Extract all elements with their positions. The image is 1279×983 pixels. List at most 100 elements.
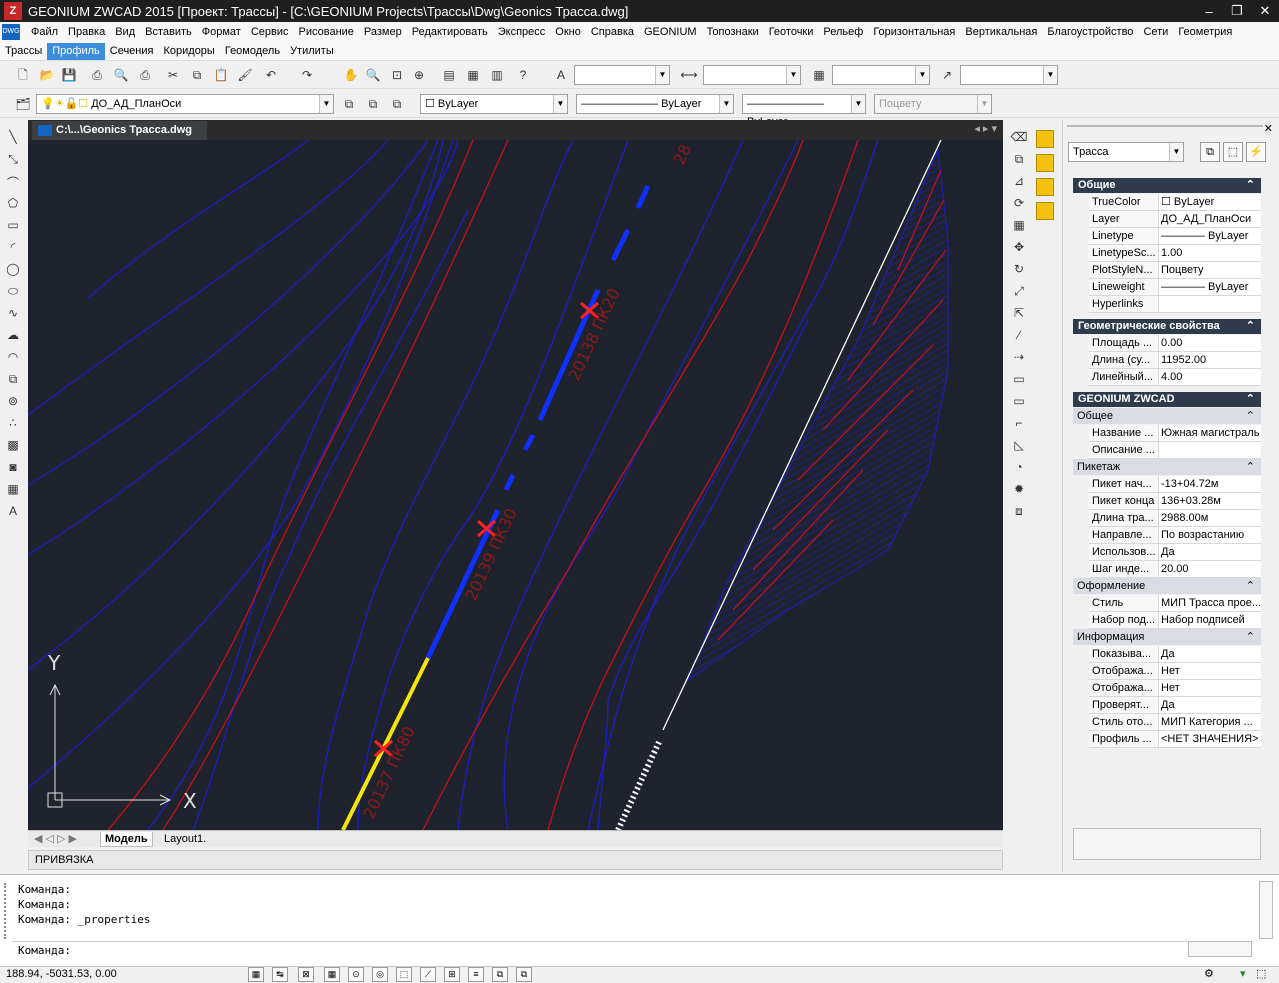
menu-item[interactable]: Горизонтальная — [868, 26, 960, 38]
property-row[interactable]: Набор под... Набор подписей — [1089, 612, 1261, 629]
property-group-header[interactable]: Общие ⌃ — [1073, 178, 1261, 193]
dim-style-icon[interactable]: ⟷ — [680, 66, 698, 84]
property-value[interactable]: Набор подписей — [1159, 612, 1261, 628]
collapse-chevron-icon[interactable]: ⌃ — [1246, 178, 1255, 193]
toggle-pickadd-icon[interactable]: ⧉ — [1200, 142, 1220, 162]
property-row[interactable]: Направле... По возрастанию — [1089, 527, 1261, 544]
collapse-chevron-icon[interactable]: ⌃ — [1246, 408, 1255, 424]
layer-combo[interactable]: 💡☀🔓☐ ДО_АД_ПланОси ▼ — [36, 94, 334, 114]
property-value[interactable]: 20.00 — [1159, 561, 1261, 577]
menu-item[interactable]: Окно — [550, 26, 586, 38]
stretch-icon[interactable]: ⇱ — [1010, 306, 1028, 324]
property-row[interactable]: TrueColor ☐ ByLayer — [1089, 194, 1261, 211]
geonium-menu-item[interactable]: Профиль — [47, 42, 105, 60]
property-row[interactable]: Отобража... Нет — [1089, 680, 1261, 697]
property-row[interactable]: Пикет конца 136+03.28м — [1089, 493, 1261, 510]
tab-model[interactable]: Модель — [100, 832, 153, 847]
properties-icon[interactable]: ▤ — [440, 66, 458, 84]
property-row[interactable]: Название ... Южная магистраль — [1089, 425, 1261, 442]
collapse-chevron-icon[interactable]: ⌃ — [1246, 392, 1255, 407]
circle-icon[interactable]: ◯ — [4, 262, 22, 280]
geonium-tool-1-icon[interactable] — [1036, 130, 1054, 148]
property-row[interactable]: Шаг инде... 20.00 — [1089, 561, 1261, 578]
layer-previous-icon[interactable]: ⧉ — [364, 95, 382, 113]
drawing-canvas[interactable]: 28 20138 ПК20 20139 ПК30 20137 ПК80 Y X — [28, 140, 1003, 830]
property-group-header[interactable]: Геометрические свойства ⌃ — [1073, 319, 1261, 334]
construction-line-icon[interactable]: ⤡ — [4, 152, 22, 170]
property-row[interactable]: Стиль ото... МИП Категория ... — [1089, 714, 1261, 731]
open-file-icon[interactable]: 📂 — [38, 66, 56, 84]
property-value[interactable]: Южная магистраль — [1159, 425, 1261, 441]
property-value[interactable]: 1.00 — [1159, 245, 1261, 261]
line-icon[interactable]: ╲ — [4, 130, 22, 148]
property-row[interactable]: Показыва... Да — [1089, 646, 1261, 663]
property-row[interactable]: Длина (су... 11952.00 — [1089, 352, 1261, 369]
property-value[interactable]: По возрастанию — [1159, 527, 1261, 543]
property-value[interactable]: 136+03.28м — [1159, 493, 1261, 509]
minimize-button[interactable]: – — [1195, 4, 1223, 19]
match-properties-icon[interactable]: 🖌 — [236, 66, 254, 84]
property-group-header[interactable]: GEONIUM ZWCAD ⌃ — [1073, 392, 1261, 407]
tool-palettes-icon[interactable]: ▥ — [488, 66, 506, 84]
break-icon[interactable]: ▭ — [1010, 372, 1028, 390]
text-style-combo[interactable]: ▼ — [574, 65, 670, 85]
rotate-icon[interactable]: ↻ — [1010, 262, 1028, 280]
menu-item[interactable]: Вставить — [140, 26, 197, 38]
property-subgroup-header[interactable]: Общее ⌃ — [1073, 408, 1261, 424]
ortho-toggle-icon[interactable]: ⊠ — [298, 967, 314, 982]
command-hscroll[interactable] — [1188, 941, 1252, 957]
property-row[interactable]: Проверят... Да — [1089, 697, 1261, 714]
hatch-icon[interactable]: ▩ — [4, 438, 22, 456]
property-value[interactable]: Поцвету — [1159, 262, 1261, 278]
property-subgroup-header[interactable]: Оформление ⌃ — [1073, 578, 1261, 594]
property-row[interactable]: Использов... Да — [1089, 544, 1261, 561]
geonium-tool-3-icon[interactable] — [1036, 178, 1054, 196]
point-icon[interactable]: ∴ — [4, 416, 22, 434]
extend-icon[interactable]: ⇢ — [1010, 350, 1028, 368]
menu-item[interactable]: GEONIUM — [639, 26, 702, 38]
property-row[interactable]: Пикет нач... -13+04.72м — [1089, 476, 1261, 493]
polyline-icon[interactable]: ⌒ — [4, 174, 22, 192]
tab-nav-arrows-icon[interactable]: ◂ ▸ ▾ — [974, 122, 997, 135]
tab-layout1[interactable]: Layout1. — [160, 832, 210, 847]
property-value[interactable]: МИП Трасса прое... — [1159, 595, 1261, 611]
palette-grip[interactable] — [1067, 125, 1263, 127]
property-value[interactable]: ———— ByLayer — [1159, 279, 1261, 295]
layout-nav-icon[interactable]: ◀ ◁ ▷ ▶ — [30, 832, 81, 847]
dim-style-combo[interactable]: ▼ — [703, 65, 801, 85]
layer-isolate-icon[interactable]: ⧉ — [388, 95, 406, 113]
command-grip[interactable] — [4, 883, 10, 939]
polygon-icon[interactable]: ⬠ — [4, 196, 22, 214]
property-subgroup-header[interactable]: Информация ⌃ — [1073, 629, 1261, 645]
command-scrollbar[interactable] — [1259, 881, 1273, 939]
menu-item[interactable]: Сервис — [246, 26, 294, 38]
object-type-combo[interactable]: Трасса ▼ — [1068, 142, 1184, 162]
status-menu-icon[interactable]: ▾ — [1240, 967, 1246, 980]
property-value[interactable]: -13+04.72м — [1159, 476, 1261, 492]
property-row[interactable]: Стиль МИП Трасса прое... — [1089, 595, 1261, 612]
geonium-tool-4-icon[interactable] — [1036, 202, 1054, 220]
lineweight-combo[interactable]: ——————— ByLayer▼ — [742, 94, 866, 128]
menu-item[interactable]: Благоустройство — [1042, 26, 1138, 38]
trim-icon[interactable]: ⁄ — [1010, 328, 1028, 346]
lineweight-toggle-icon[interactable]: ≡ — [468, 967, 484, 982]
mleader-style-icon[interactable]: ↗ — [938, 66, 956, 84]
snap-toggle-icon[interactable]: ▦ — [248, 967, 264, 982]
region-icon[interactable]: ◙ — [4, 460, 22, 478]
undo-icon[interactable]: ↶ — [262, 66, 280, 84]
property-value[interactable] — [1159, 442, 1261, 458]
property-row[interactable]: Профиль ... <НЕТ ЗНАЧЕНИЯ> — [1089, 731, 1261, 748]
geonium-menu-item[interactable]: Утилиты — [285, 43, 339, 60]
property-value[interactable]: Нет — [1159, 663, 1261, 679]
osnap-toggle-icon[interactable]: ⊙ — [348, 967, 364, 982]
property-value[interactable]: 4.00 — [1159, 369, 1261, 385]
settings-gear-icon[interactable]: ⚙ — [1204, 967, 1214, 980]
property-value[interactable]: 0.00 — [1159, 335, 1261, 351]
document-tab[interactable]: C:\...\Geonics Трасса.dwg — [32, 121, 207, 140]
quick-select-icon[interactable]: ⚡ — [1246, 142, 1266, 162]
property-value[interactable]: МИП Категория ... — [1159, 714, 1261, 730]
revcloud-icon[interactable]: ☁ — [4, 328, 22, 346]
zoom-previous-icon[interactable]: ⊕ — [410, 66, 428, 84]
property-subgroup-header[interactable]: Пикетаж ⌃ — [1073, 459, 1261, 475]
collapse-chevron-icon[interactable]: ⌃ — [1246, 319, 1255, 334]
